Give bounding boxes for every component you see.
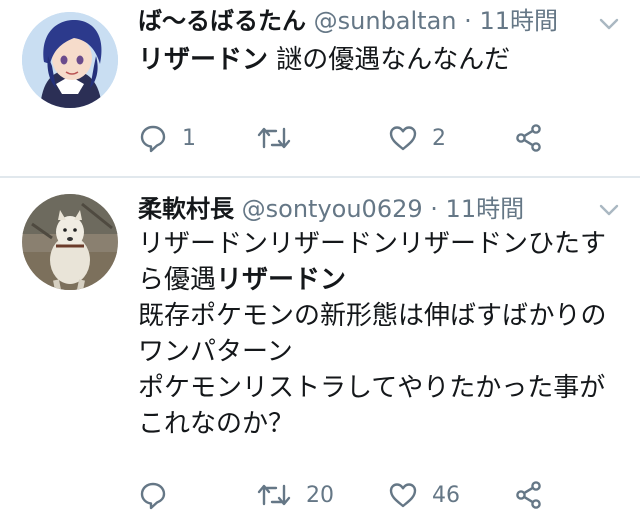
text-segment: ら優遇 (138, 265, 217, 295)
display-name[interactable]: ば〜るばるたん (138, 7, 306, 35)
heart-icon (388, 480, 418, 510)
share-icon (514, 480, 544, 510)
chevron-down-icon[interactable] (598, 16, 620, 32)
retweet-button[interactable] (256, 122, 306, 154)
action-bar: 20 46 (138, 479, 640, 511)
reply-icon (138, 123, 168, 153)
tweet[interactable]: ば〜るばるたん @sunbaltan · 11時間 リザードン 謎の優遇なんなん… (0, 0, 640, 176)
text-segment: これなのか？ (138, 409, 295, 439)
like-button[interactable]: 2 (388, 122, 446, 154)
tweet-header: ば〜るばるたん @sunbaltan · 11時間 (138, 6, 558, 36)
share-button[interactable] (514, 122, 544, 154)
display-name[interactable]: 柔軟村長 (138, 195, 234, 223)
tweet-text-line: リザードンリザードンリザードンひたす (138, 226, 622, 262)
share-button[interactable] (514, 479, 544, 511)
tweet-text-line: 既存ポケモンの新形態は伸ばすばかりの (138, 298, 622, 334)
reply-count: 1 (182, 125, 196, 151)
avatar[interactable] (22, 194, 118, 290)
share-icon (514, 123, 544, 153)
hashtag-text: リザードン (138, 45, 269, 75)
retweet-count: 20 (306, 482, 334, 508)
user-handle[interactable]: @sontyou0629 (242, 195, 423, 223)
reply-button[interactable]: 1 (138, 122, 196, 154)
retweet-button[interactable]: 20 (256, 479, 334, 511)
tweet-text-line: ら優遇リザードン (138, 262, 622, 298)
like-button[interactable]: 46 (388, 479, 460, 511)
like-count: 46 (432, 482, 460, 508)
timestamp[interactable]: 11時間 (446, 195, 525, 223)
reply-button[interactable] (138, 479, 182, 511)
retweet-icon (256, 123, 292, 153)
separator: · (464, 7, 472, 35)
tweet-text-line: ポケモンリストラしてやりたかった事が (138, 370, 622, 406)
action-bar: 1 2 (138, 122, 640, 154)
user-handle[interactable]: @sunbaltan (314, 7, 457, 35)
tweet-header: 柔軟村長 @sontyou0629 · 11時間 (138, 194, 524, 224)
text-segment: 既存ポケモンの新形態は伸ばすばかりの (138, 301, 607, 331)
text-segment: ポケモンリストラしてやりたかった事が (138, 373, 606, 403)
tweet[interactable]: 柔軟村長 @sontyou0629 · 11時間 リザードンリザードンリザードン… (0, 178, 640, 532)
like-count: 2 (432, 125, 446, 151)
tweet-text: リザードンリザードンリザードンひたす ら優遇リザードン 既存ポケモンの新形態は伸… (138, 226, 622, 442)
timestamp[interactable]: 11時間 (479, 7, 558, 35)
text-segment: 謎の優遇なんなんだ (268, 45, 511, 75)
reply-icon (138, 480, 168, 510)
tweet-text-line: ワンパターン (138, 334, 622, 370)
tweet-text-line: リザードン 謎の優遇なんなんだ (138, 42, 622, 78)
heart-icon (388, 123, 418, 153)
retweet-icon (256, 480, 292, 510)
chevron-down-icon[interactable] (598, 202, 620, 218)
tweet-text-line: これなのか？ (138, 406, 622, 442)
avatar[interactable] (22, 12, 118, 108)
hashtag-text: リザードン (216, 265, 347, 295)
tweet-text: リザードン 謎の優遇なんなんだ (138, 42, 622, 78)
separator: · (430, 195, 438, 223)
text-segment: ワンパターン (138, 337, 293, 367)
text-segment: リザードンリザードンリザードンひたす (138, 229, 607, 259)
